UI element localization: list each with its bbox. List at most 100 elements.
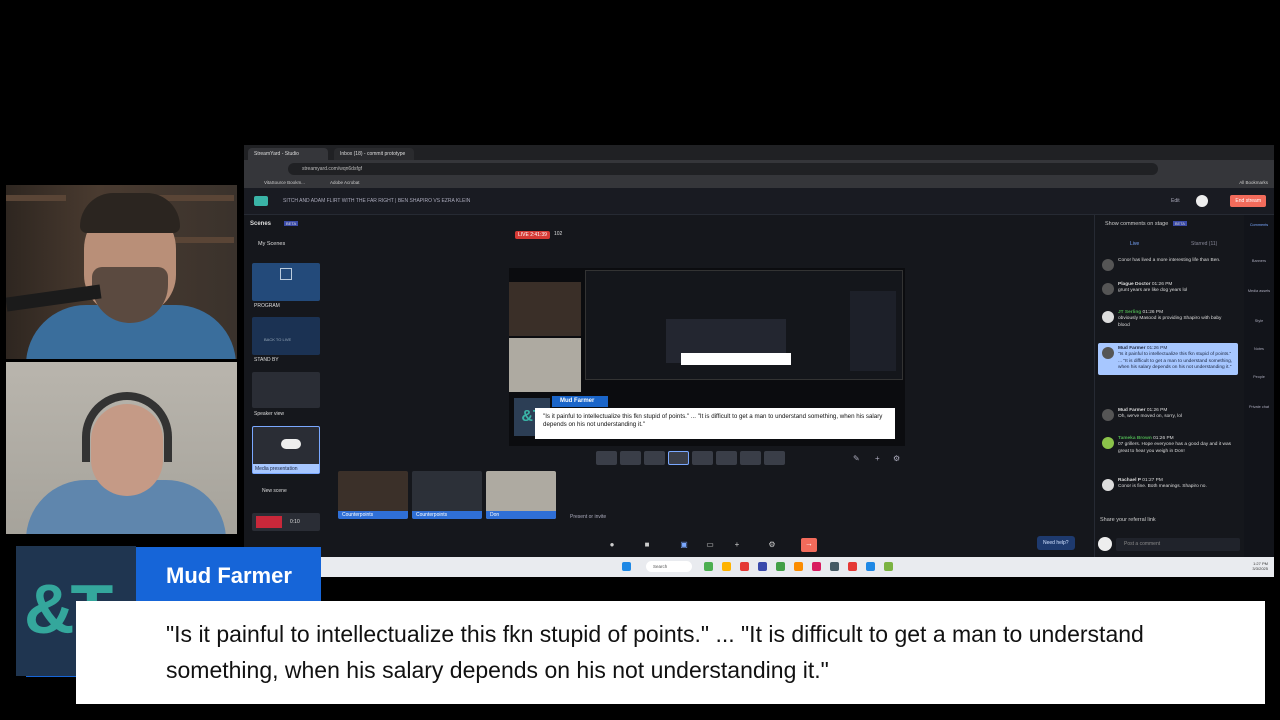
app-icon[interactable] xyxy=(848,562,857,571)
app-icon[interactable] xyxy=(704,562,713,571)
new-scene-button[interactable]: New scene xyxy=(262,488,287,494)
referral-link[interactable]: Share your referral link xyxy=(1100,517,1156,523)
rail-people[interactable]: People xyxy=(1247,375,1271,379)
screen-share-icon[interactable]: ▣ xyxy=(678,539,690,551)
tab-live[interactable]: Live xyxy=(1130,241,1139,247)
scene-thumb-program[interactable] xyxy=(252,263,320,301)
layout-thin-icon[interactable] xyxy=(620,451,641,465)
browser-tab[interactable]: StreamYard - Studio xyxy=(248,148,328,160)
layout-split-icon[interactable] xyxy=(740,451,761,465)
browser-tab[interactable]: Inbox (18) - commit prototype xyxy=(334,148,414,160)
browser-tabbar: StreamYard - Studio Inbox (18) - commit … xyxy=(244,145,1274,160)
comment-text: Conor has lived a more interesting life … xyxy=(1118,258,1221,263)
app-icon[interactable] xyxy=(884,562,893,571)
scene-thumb-standby[interactable]: BACK TO LIVE xyxy=(252,317,320,355)
comment-item[interactable]: Tameka Brown 01:26 PM 07 grillers. Hope … xyxy=(1098,433,1238,458)
rail-comments[interactable]: Comments xyxy=(1247,223,1271,227)
start-icon[interactable] xyxy=(622,562,631,571)
comment-author: Mud Farmer xyxy=(1118,408,1146,413)
comment-item-highlighted[interactable]: Mud Farmer 01:26 PM "Is it painful to in… xyxy=(1098,343,1238,375)
comment-time: 01:26 PM xyxy=(1151,282,1173,287)
app-icon[interactable] xyxy=(776,562,785,571)
stage-content: &T Mud Farmer "Is it painful to intellec… xyxy=(509,268,905,446)
nested-comments xyxy=(850,291,896,371)
avatar[interactable] xyxy=(1196,195,1208,207)
bookmark[interactable]: Adobe Acrobat xyxy=(330,180,360,185)
scene-thumb-speaker[interactable] xyxy=(252,372,320,408)
comment-item[interactable]: Plague Doctor 01:26 PM grunt years are l… xyxy=(1098,279,1238,298)
avatar xyxy=(1102,311,1114,323)
participant-tile[interactable]: Counterpoints xyxy=(338,471,408,519)
post-comment-input[interactable]: Post a comment xyxy=(1116,538,1240,551)
comment-time: 01:26 PM xyxy=(1146,346,1168,351)
comment-item[interactable]: JT Serling 01:26 PM obviously Masood is … xyxy=(1098,307,1238,332)
show-comments-toggle[interactable]: Show comments on stage BETA xyxy=(1105,221,1187,227)
need-help-button[interactable]: Need help? xyxy=(1037,536,1075,550)
camera-icon[interactable]: ■ xyxy=(641,539,653,551)
bookmark[interactable]: VitaSource Bookm... xyxy=(264,180,305,185)
app-icon[interactable] xyxy=(830,562,839,571)
comment-item[interactable]: Conor has lived a more interesting life … xyxy=(1098,255,1238,271)
participant-label: Don xyxy=(486,511,556,519)
url-field[interactable]: streamyard.com/wqn6dsfgf xyxy=(288,163,1158,175)
present-or-invite-button[interactable]: Present or invite xyxy=(570,514,606,520)
banner-name: Mud Farmer xyxy=(552,396,608,407)
bookmark[interactable]: All Bookmarks xyxy=(1239,180,1268,185)
participant-label: Counterpoints xyxy=(338,511,408,519)
leave-studio-icon[interactable]: → xyxy=(801,538,817,552)
scenes-title: Scenes xyxy=(250,221,272,227)
comments-tabs: Live Starred (11) xyxy=(1095,239,1245,251)
comment-author: Tameka Brown xyxy=(1118,436,1152,441)
layout-cinema-icon[interactable] xyxy=(716,451,737,465)
app-icon[interactable] xyxy=(758,562,767,571)
timer-scene[interactable]: 0:10 xyxy=(252,513,320,531)
avatar xyxy=(1102,259,1114,271)
qr-code-icon xyxy=(280,268,292,280)
taskbar-search[interactable]: Search xyxy=(646,561,692,572)
comment-item[interactable]: Mud Farmer 01:26 PM Oh, we've moved on, … xyxy=(1098,405,1238,424)
rail-banners[interactable]: Banners xyxy=(1247,259,1271,263)
app-icon[interactable] xyxy=(722,562,731,571)
bottom-controls: ● ■ ▣ ▭ + ⚙ → xyxy=(244,533,1094,557)
avatar xyxy=(1102,479,1114,491)
app-header: SITCH AND ADAM FLIRT WITH THE FAR RIGHT … xyxy=(244,188,1274,215)
comment-time: 01:26 PM xyxy=(1146,408,1168,413)
layout-news-icon[interactable] xyxy=(764,451,785,465)
my-scenes-dropdown[interactable]: My Scenes xyxy=(258,241,285,247)
add-layout-icon[interactable]: + xyxy=(875,454,880,463)
participant-label: Counterpoints xyxy=(412,511,482,519)
rail-style[interactable]: Style xyxy=(1247,319,1271,323)
layout-pip-icon[interactable] xyxy=(692,451,713,465)
rail-notes[interactable]: Notes xyxy=(1247,347,1271,351)
invite-icon[interactable]: + xyxy=(731,539,743,551)
app-icon[interactable] xyxy=(866,562,875,571)
app-icon[interactable] xyxy=(794,562,803,571)
bookshelf xyxy=(6,195,66,201)
layout-screen-icon[interactable] xyxy=(668,451,689,465)
rail-private-chat[interactable]: Private chat xyxy=(1247,405,1271,409)
timer-thumb xyxy=(256,516,282,528)
app-icon[interactable] xyxy=(740,562,749,571)
mic-icon[interactable]: ● xyxy=(606,539,618,551)
app-icon[interactable] xyxy=(812,562,821,571)
participant-tile[interactable]: Counterpoints xyxy=(412,471,482,519)
end-stream-button[interactable]: End stream xyxy=(1230,195,1266,207)
nested-banner xyxy=(681,353,791,365)
layout-selector xyxy=(596,451,785,465)
participant-tile[interactable]: Don xyxy=(486,471,556,519)
edit-layout-icon[interactable]: ✎ xyxy=(853,454,860,463)
present-icon[interactable]: ▭ xyxy=(704,539,716,551)
scene-thumb-media[interactable]: Media presentation xyxy=(252,426,320,474)
edit-button[interactable]: Edit xyxy=(1171,198,1180,204)
settings-icon[interactable]: ⚙ xyxy=(766,539,778,551)
avatar xyxy=(1102,283,1114,295)
layout-group-icon[interactable] xyxy=(644,451,665,465)
rail-media-assets[interactable]: Media assets xyxy=(1247,289,1271,293)
settings-icon[interactable]: ⚙ xyxy=(893,454,900,463)
layout-solo-icon[interactable] xyxy=(596,451,617,465)
scene-label: Speaker view xyxy=(254,411,285,417)
windows-taskbar: Search 1:27 PM 3/3/2025 xyxy=(244,557,1274,577)
tab-starred[interactable]: Starred (11) xyxy=(1191,241,1217,247)
stage-canvas: &T Mud Farmer "Is it painful to intellec… xyxy=(509,268,905,446)
comment-item[interactable]: Rachael P 01:27 PM Conor is fine. Both m… xyxy=(1098,475,1238,494)
